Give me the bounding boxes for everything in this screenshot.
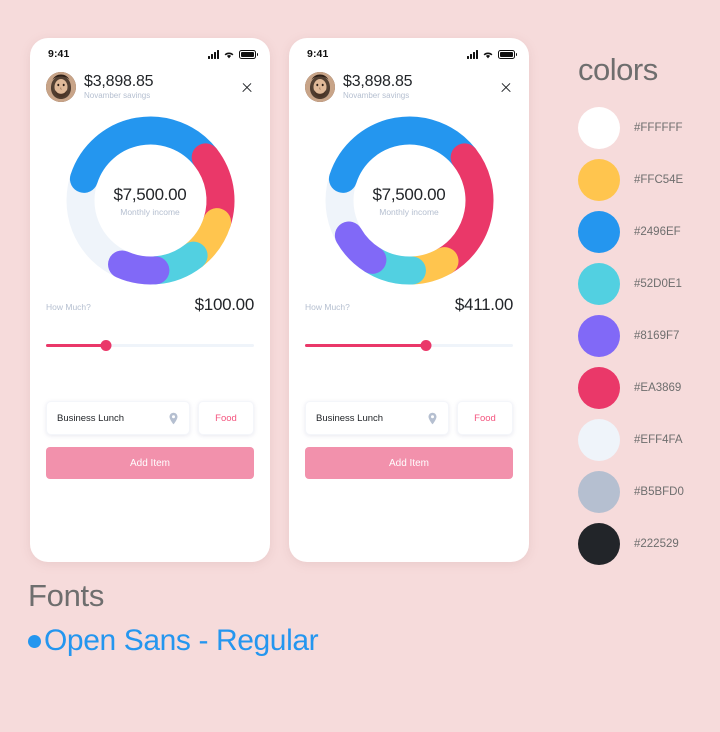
donut-segment-purple <box>107 250 169 285</box>
color-swatch-ffc54e[interactable] <box>578 159 620 201</box>
phone-mockup-2: 9:41 $3,898.85 Novamber savings $7,500.0… <box>289 38 529 562</box>
signal-bars-icon <box>208 49 219 59</box>
account-summary: $3,898.85 Novamber savings <box>84 74 230 100</box>
add-item-button[interactable]: Add Item <box>305 447 513 479</box>
color-swatch-52d0e1[interactable] <box>578 263 620 305</box>
wifi-icon <box>223 50 235 59</box>
fonts-title: Fonts <box>28 578 105 613</box>
category-tag-field[interactable]: Food <box>198 401 254 435</box>
font-list: Open Sans - Regular <box>28 624 319 658</box>
how-much-row: How Much? $411.00 <box>289 293 529 315</box>
color-hex-label: #FFC54E <box>634 174 684 186</box>
item-name-field[interactable]: Business Lunch <box>46 401 190 435</box>
color-hex-label: #EFF4FA <box>634 434 683 446</box>
fonts-panel: Fonts Open Sans - Regular <box>28 578 319 658</box>
category-tag-label: Food <box>215 412 237 424</box>
color-swatch-row: #EA3869 <box>578 362 720 414</box>
savings-subtitle: Novamber savings <box>343 91 410 100</box>
amount-slider[interactable] <box>46 340 254 351</box>
avatar[interactable] <box>305 72 335 102</box>
status-bar: 9:41 <box>289 38 529 64</box>
slider-fill <box>305 344 426 347</box>
color-swatch-row: #2496EF <box>578 206 720 258</box>
how-much-label: How Much? <box>305 302 350 312</box>
color-hex-label: #B5BFD0 <box>634 486 684 498</box>
color-swatch-row: #FFFFFF <box>578 102 720 154</box>
donut-chart-1: $7,500.00 Monthly income <box>58 108 243 293</box>
color-hex-label: #FFFFFF <box>634 122 683 134</box>
item-name-value: Business Lunch <box>316 412 384 424</box>
category-tag-label: Food <box>474 412 496 424</box>
how-much-label: How Much? <box>46 302 91 312</box>
color-swatch-row: #B5BFD0 <box>578 466 720 518</box>
donut-svg <box>325 116 493 285</box>
donut-segment-blue <box>328 116 479 193</box>
color-hex-label: #8169F7 <box>634 330 680 342</box>
add-item-button[interactable]: Add Item <box>46 447 254 479</box>
avatar[interactable] <box>46 72 76 102</box>
how-much-value: $411.00 <box>454 295 513 314</box>
savings-amount: $3,898.85 <box>84 73 154 90</box>
font-list-item: Open Sans - Regular <box>28 624 319 658</box>
account-summary: $3,898.85 Novamber savings <box>343 74 489 100</box>
category-tag-field[interactable]: Food <box>457 401 513 435</box>
how-much-row: How Much? $100.00 <box>30 293 270 315</box>
amount-slider[interactable] <box>305 340 513 351</box>
item-input-row: Business Lunch Food <box>289 401 529 435</box>
close-icon[interactable] <box>238 78 256 96</box>
donut-segment-blue <box>69 116 220 193</box>
how-much-value: $100.00 <box>194 295 255 314</box>
slider-knob[interactable] <box>420 340 432 351</box>
savings-amount: $3,898.85 <box>343 73 413 90</box>
font-name-label: Open Sans - Regular <box>44 624 319 657</box>
color-swatch-row: #52D0E1 <box>578 258 720 310</box>
account-header: $3,898.85 Novamber savings <box>289 64 529 102</box>
color-swatch-row: #EFF4FA <box>578 414 720 466</box>
status-time: 9:41 <box>307 48 329 60</box>
status-bar: 9:41 <box>30 38 270 64</box>
color-hex-label: #52D0E1 <box>634 278 682 290</box>
battery-icon <box>239 49 258 59</box>
color-hex-label: #222529 <box>634 538 679 550</box>
bullet-icon <box>28 634 41 648</box>
color-swatch-eff4fa[interactable] <box>578 419 620 461</box>
slider-fill <box>46 344 107 347</box>
design-board: 9:41 $3,898.85 Novamber savings $7,500.0… <box>0 0 720 732</box>
signal-bars-icon <box>467 49 478 59</box>
close-icon[interactable] <box>497 78 515 96</box>
status-icon-group <box>467 49 517 59</box>
donut-chart-2: $7,500.00 Monthly income <box>317 108 502 293</box>
wifi-icon <box>482 50 494 59</box>
donut-segment-purple <box>334 221 386 274</box>
color-swatch-row: #8169F7 <box>578 310 720 362</box>
color-swatch-b5bfd0[interactable] <box>578 471 620 513</box>
item-name-value: Business Lunch <box>57 412 125 424</box>
savings-subtitle: Novamber savings <box>84 91 151 100</box>
color-swatch-222529[interactable] <box>578 523 620 565</box>
location-pin-icon[interactable] <box>168 412 179 425</box>
color-swatch-row: #222529 <box>578 518 720 570</box>
donut-segments <box>328 116 493 285</box>
color-swatch-ea3869[interactable] <box>578 367 620 409</box>
phone-mockup-1: 9:41 $3,898.85 Novamber savings $7,500.0… <box>30 38 270 562</box>
color-swatch-row: #FFC54E <box>578 154 720 206</box>
status-time: 9:41 <box>48 48 70 60</box>
status-icon-group <box>208 49 258 59</box>
donut-segment-pink <box>430 143 493 276</box>
item-input-row: Business Lunch Food <box>30 401 270 435</box>
color-hex-label: #EA3869 <box>634 382 682 394</box>
slider-knob[interactable] <box>100 340 112 351</box>
battery-icon <box>498 49 517 59</box>
colors-panel: colors #FFFFFF #FFC54E #2496EF #52D0E1 #8169… <box>578 52 720 570</box>
account-header: $3,898.85 Novamber savings <box>30 64 270 102</box>
color-hex-label: #2496EF <box>634 226 681 238</box>
donut-svg <box>66 116 234 285</box>
item-name-field[interactable]: Business Lunch <box>305 401 449 435</box>
location-pin-icon[interactable] <box>427 412 438 425</box>
color-swatch-8169f7[interactable] <box>578 315 620 357</box>
color-swatch-ffffff[interactable] <box>578 107 620 149</box>
color-swatch-list: #FFFFFF #FFC54E #2496EF #52D0E1 #8169F7 #EA38… <box>578 102 720 570</box>
color-swatch-2496ef[interactable] <box>578 211 620 253</box>
colors-title: colors <box>578 52 658 87</box>
